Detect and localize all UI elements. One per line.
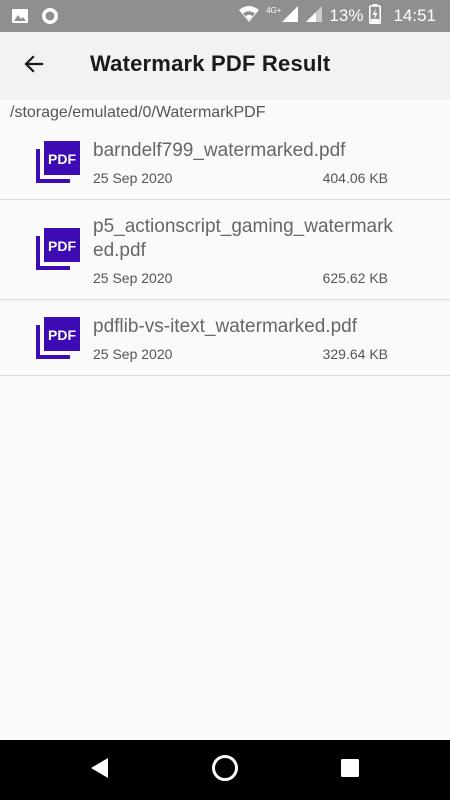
- triangle-back-icon: [88, 756, 112, 785]
- status-right-icons: 4G+ 13% 14:51: [238, 3, 436, 29]
- nav-recents-button[interactable]: [334, 754, 366, 786]
- list-item[interactable]: PDF p5_actionscript_gaming_watermarked.p…: [0, 200, 450, 300]
- file-name: pdflib-vs-itext_watermarked.pdf: [93, 316, 357, 337]
- signal-icon-primary: [281, 5, 299, 28]
- app-bar: Watermark PDF Result: [0, 32, 450, 100]
- file-size: 625.62 KB: [322, 270, 388, 286]
- circle-home-icon: [211, 754, 239, 787]
- status-left-icons: [10, 6, 60, 31]
- file-name: p5_actionscript_gaming_watermarked.pdf: [93, 216, 393, 261]
- arrow-left-icon: [22, 52, 46, 81]
- folder-path: /storage/emulated/0/WatermarkPDF: [10, 104, 266, 121]
- wifi-icon: [238, 5, 260, 28]
- file-name: barndelf799_watermarked.pdf: [93, 140, 346, 161]
- image-icon: [10, 6, 30, 31]
- battery-percent: 13%: [329, 6, 364, 25]
- pdf-icon-label: PDF: [48, 151, 76, 167]
- file-list: PDF barndelf799_watermarked.pdf 25 Sep 2…: [0, 124, 450, 376]
- signal-icon: [305, 5, 323, 28]
- battery-charging-icon: [369, 3, 382, 29]
- pdf-file-icon: PDF: [36, 228, 80, 270]
- clock: 14:51: [393, 6, 436, 25]
- navigation-bar: [0, 740, 450, 800]
- file-date: 25 Sep 2020: [93, 346, 173, 362]
- file-size: 329.64 KB: [322, 346, 388, 362]
- pdf-file-icon: PDF: [36, 317, 80, 359]
- square-recents-icon: [340, 758, 360, 783]
- pdf-icon-label: PDF: [48, 327, 76, 343]
- list-item[interactable]: PDF barndelf799_watermarked.pdf 25 Sep 2…: [0, 124, 450, 200]
- file-date: 25 Sep 2020: [93, 270, 173, 286]
- pdf-file-icon: PDF: [36, 141, 80, 183]
- network-type: 4G+: [266, 5, 282, 15]
- nav-back-button[interactable]: [84, 754, 116, 786]
- pdf-icon-label: PDF: [48, 238, 76, 254]
- list-item[interactable]: PDF pdflib-vs-itext_watermarked.pdf 25 S…: [0, 300, 450, 376]
- status-bar: 4G+ 13% 14:51: [0, 0, 450, 32]
- back-button[interactable]: [14, 46, 54, 86]
- page-title: Watermark PDF Result: [90, 51, 331, 76]
- circle-icon: [40, 6, 60, 31]
- file-date: 25 Sep 2020: [93, 170, 173, 186]
- nav-home-button[interactable]: [209, 754, 241, 786]
- file-size: 404.06 KB: [322, 170, 388, 186]
